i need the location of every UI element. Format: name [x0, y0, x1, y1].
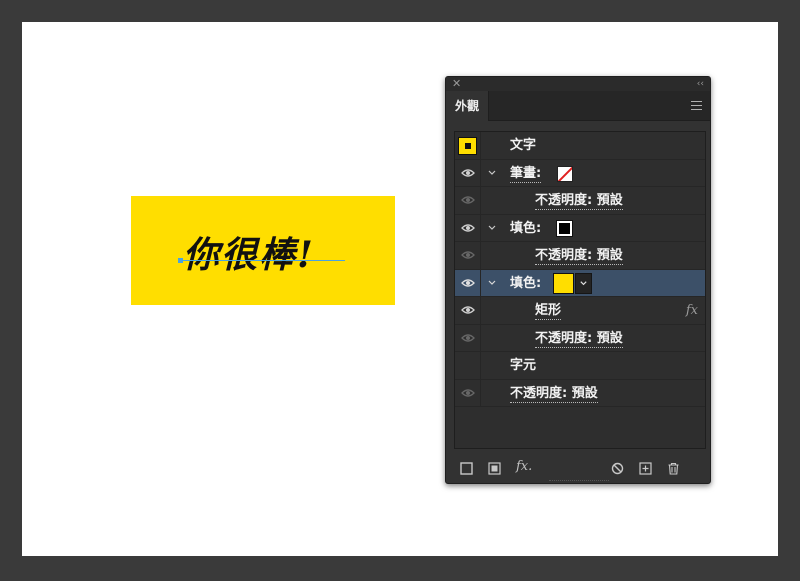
eye-icon[interactable] [455, 214, 481, 241]
row-label: 不透明度: 預設 [510, 385, 598, 403]
menu-icon[interactable] [691, 101, 702, 110]
eye-icon[interactable] [455, 269, 481, 296]
panel-footer: fx. [446, 449, 710, 483]
list-item-stroke[interactable]: 筆畫: [455, 159, 705, 187]
list-item-effect-rectangle[interactable]: 矩形 fx [455, 297, 705, 325]
chevron-down-icon[interactable] [487, 278, 497, 288]
list-item-characters[interactable]: 字元 [455, 352, 705, 380]
row-label: 字元 [510, 358, 537, 373]
eye-icon[interactable] [455, 187, 481, 214]
stroke-swatch[interactable] [557, 165, 573, 182]
yellow-rectangle-object[interactable]: 你很棒! [131, 196, 395, 305]
panel-tabbar: 外觀 [446, 91, 710, 121]
clear-appearance-icon[interactable] [611, 460, 624, 475]
fx-icon[interactable]: fx [686, 297, 698, 324]
list-item-fill-yellow[interactable]: 填色: [455, 269, 705, 297]
list-item-opacity[interactable]: 不透明度: 預設 [455, 324, 705, 352]
row-label: 不透明度: 預設 [535, 330, 623, 348]
appearance-list: 文字 筆畫: 不透明度: 預設 填色: 不透明度: 預設 填色: 矩形 fx 不… [454, 131, 706, 449]
eye-icon[interactable] [455, 242, 481, 269]
new-stroke-icon[interactable] [460, 460, 473, 475]
eye-icon[interactable] [455, 379, 481, 406]
fx-icon[interactable]: fx. [516, 460, 534, 473]
close-icon[interactable]: ✕ [452, 77, 461, 91]
collapse-icon[interactable]: ‹‹ [697, 77, 704, 91]
appearance-panel: ✕ ‹‹ 外觀 文字 筆畫: 不透明度: 預設 填色: 不透明度: 預設 填色:… [445, 76, 711, 484]
fill-swatch[interactable] [556, 219, 573, 237]
row-label: 文字 [510, 138, 537, 153]
list-item-opacity[interactable]: 不透明度: 預設 [455, 187, 705, 215]
row-label: 填色: [510, 220, 542, 236]
tab-appearance[interactable]: 外觀 [446, 91, 489, 121]
new-fill-icon[interactable] [488, 460, 501, 475]
row-label: 矩形 [535, 303, 562, 320]
list-item-opacity[interactable]: 不透明度: 預設 [455, 242, 705, 270]
eye-icon[interactable] [455, 159, 481, 186]
row-label: 填色: [510, 275, 542, 291]
row-label: 不透明度: 預設 [535, 248, 623, 265]
eye-icon[interactable] [455, 297, 481, 324]
trash-icon[interactable] [667, 460, 680, 475]
list-item-fill-black[interactable]: 填色: [455, 214, 705, 242]
artwork-text[interactable]: 你很棒! [183, 226, 315, 278]
empty-eye-cell [455, 352, 481, 379]
panel-titlebar[interactable]: ✕ ‹‹ [446, 77, 710, 91]
chevron-down-icon [580, 280, 587, 285]
fill-swatch[interactable] [553, 272, 574, 294]
row-label: 筆畫: [510, 165, 542, 183]
list-item-text-object[interactable]: 文字 [455, 132, 705, 160]
list-item-opacity[interactable]: 不透明度: 預設 [455, 379, 705, 407]
chevron-down-icon[interactable] [487, 223, 497, 233]
fill-dropdown[interactable] [575, 272, 592, 294]
resize-grip[interactable] [549, 480, 609, 482]
object-thumbnail [458, 137, 477, 155]
text-anchor-point[interactable] [178, 258, 183, 263]
duplicate-icon[interactable] [639, 460, 652, 475]
text-baseline [181, 260, 345, 261]
row-label: 不透明度: 預設 [535, 193, 623, 210]
eye-icon[interactable] [455, 324, 481, 351]
chevron-down-icon[interactable] [487, 168, 497, 178]
thumbnail-cell [455, 132, 481, 159]
